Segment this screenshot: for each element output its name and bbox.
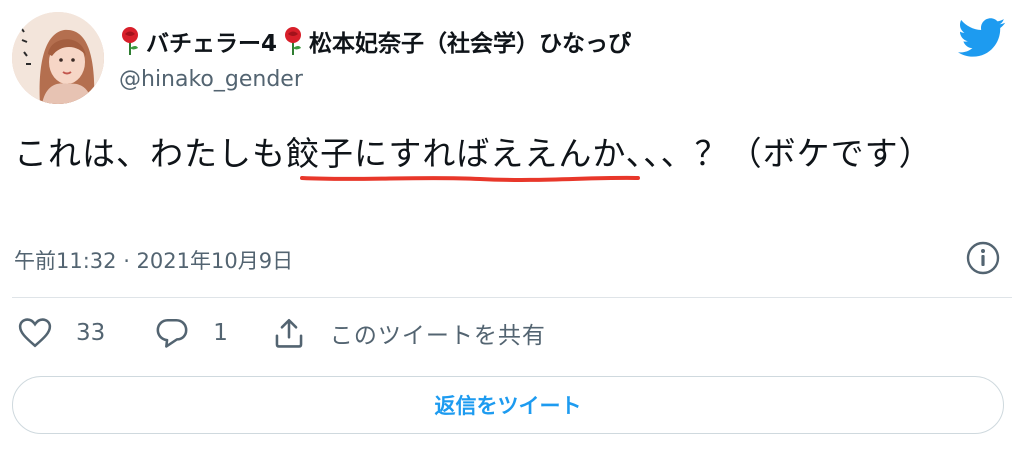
reply-count: 1: [213, 320, 228, 346]
share-icon: [275, 318, 303, 348]
author-name-prefix: バチェラー4: [146, 31, 278, 57]
tweet-text: これは、わたしも餃子にすればええんか、、、？（ボケです）: [14, 134, 933, 173]
author-name-main: 松本妃奈子（社会学）ひなっぴ: [309, 31, 632, 57]
rose-icon: [118, 26, 142, 56]
speech-bubble-icon: [156, 318, 188, 348]
tweet-timestamp[interactable]: 午前11:32 · 2021年10月9日: [14, 245, 293, 275]
avatar-photo: [12, 12, 104, 104]
author-handle[interactable]: @hinako_gender: [119, 67, 303, 92]
rose-icon: [281, 26, 305, 56]
reply-tweet-button[interactable]: 返信をツイート: [12, 376, 1004, 434]
reply-tweet-label: 返信をツイート: [434, 394, 582, 418]
reply-button[interactable]: 1: [155, 317, 228, 349]
info-icon[interactable]: [965, 240, 1001, 276]
divider: [12, 297, 1012, 298]
handwritten-underline: [300, 172, 640, 184]
like-count: 33: [76, 320, 106, 346]
like-button[interactable]: 33: [18, 317, 105, 349]
share-button[interactable]: このツイートを共有: [272, 316, 546, 350]
heart-icon: [18, 318, 52, 348]
author-name[interactable]: バチェラー4 松本妃奈子（社会学）ひなっぴ: [118, 24, 631, 58]
action-bar: 33 1 このツイートを共有: [18, 316, 546, 350]
avatar[interactable]: [12, 12, 104, 104]
twitter-bird-icon[interactable]: [958, 18, 1006, 58]
share-label: このツイートを共有: [329, 323, 546, 349]
